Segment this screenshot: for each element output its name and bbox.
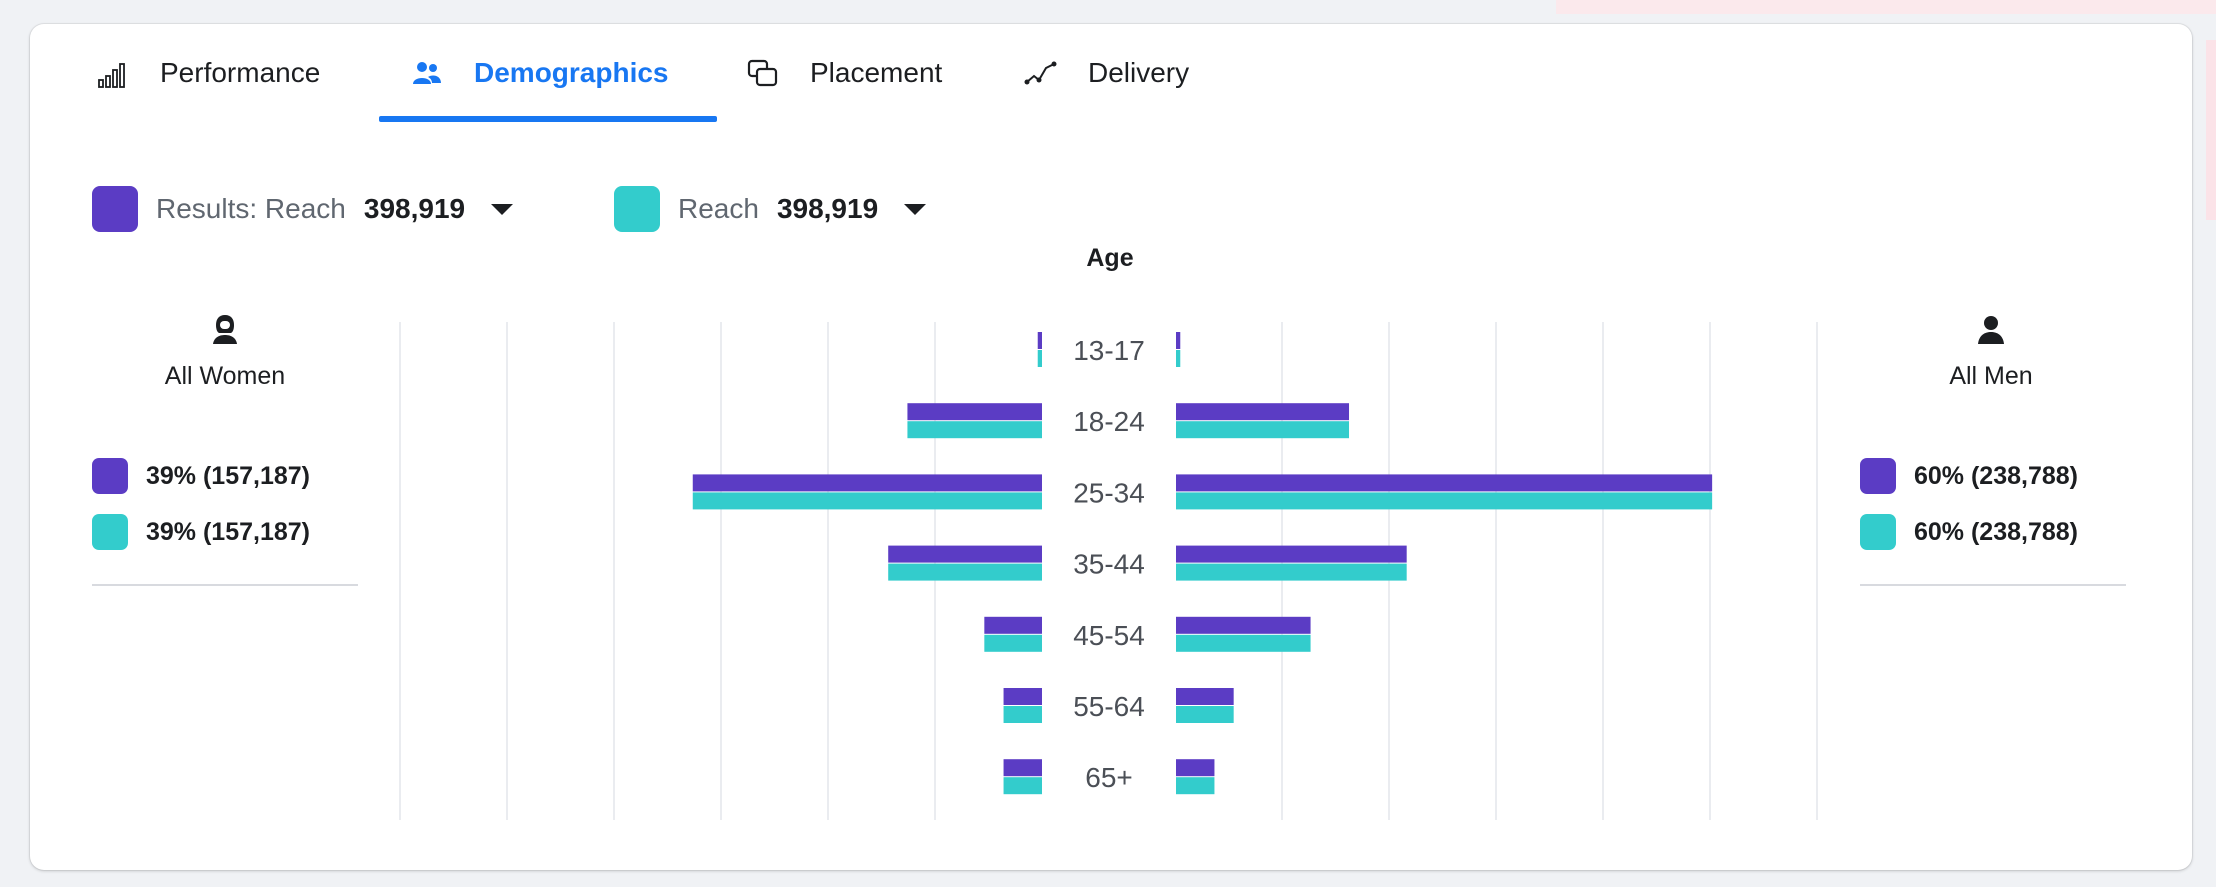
women-results-value: 39% (157,187) [146, 461, 311, 490]
men-bar-reach-13-17 [1176, 350, 1181, 367]
men-bar-reach-18-24 [1176, 421, 1350, 439]
men-divider [1860, 584, 2126, 586]
men-bar-results-25-34 [1176, 474, 1713, 492]
women-reach-value: 39% (157,187) [146, 517, 311, 546]
age-gender-chart: 13-17 18-24 25-34 35-44 45-54 55-64 65+ [399, 322, 1818, 820]
women-bar-results-35-44 [888, 545, 1042, 563]
women-bar-results-25-34 [692, 474, 1042, 492]
age-label-65+: 65+ [1085, 762, 1133, 793]
age-label-45-54: 45-54 [1073, 620, 1145, 651]
women-panel: All Women [90, 312, 360, 391]
women-bar-reach-55-64 [1003, 706, 1042, 723]
men-stat-results: 60% (238,788) [1860, 458, 2078, 494]
chart-axis-title: Age [1086, 244, 1134, 272]
men-title: All Men [1949, 362, 2033, 390]
age-label-25-34: 25-34 [1073, 477, 1145, 508]
men-bar-results-65+ [1176, 759, 1215, 777]
results-swatch [92, 458, 128, 494]
women-stat-results: 39% (157,187) [92, 458, 310, 494]
men-results-value: 60% (238,788) [1914, 461, 2079, 490]
women-bar-reach-13-17 [1037, 350, 1042, 367]
women-bar-reach-45-54 [984, 634, 1042, 652]
men-bar-reach-45-54 [1176, 634, 1311, 652]
women-bar-results-65+ [1003, 759, 1042, 777]
women-title: All Women [164, 362, 286, 390]
women-bar-reach-65+ [1003, 777, 1042, 795]
men-bar-results-35-44 [1176, 545, 1407, 563]
men-bar-results-18-24 [1176, 403, 1350, 421]
men-reach-value: 60% (238,788) [1914, 517, 2079, 546]
women-bar-results-55-64 [1003, 688, 1042, 705]
woman-icon [213, 315, 237, 344]
women-bar-reach-25-34 [692, 492, 1042, 510]
women-divider [92, 584, 358, 586]
women-bar-reach-18-24 [907, 421, 1042, 439]
results-swatch [1860, 458, 1896, 494]
women-bar-results-18-24 [907, 403, 1042, 421]
men-bar-results-45-54 [1176, 616, 1311, 634]
men-panel: All Men [1856, 312, 2126, 391]
age-label-13-17: 13-17 [1073, 335, 1145, 366]
men-stat-reach: 60% (238,788) [1860, 514, 2078, 550]
women-bar-results-13-17 [1037, 332, 1042, 349]
men-bar-reach-55-64 [1176, 706, 1234, 723]
age-label-55-64: 55-64 [1073, 691, 1145, 722]
women-bar-reach-35-44 [888, 563, 1042, 581]
man-icon [1978, 316, 2004, 344]
reach-swatch [1860, 514, 1896, 550]
women-stat-reach: 39% (157,187) [92, 514, 310, 550]
men-bar-reach-25-34 [1176, 492, 1713, 510]
age-label-35-44: 35-44 [1073, 549, 1145, 580]
women-bar-results-45-54 [984, 616, 1042, 634]
men-bar-results-13-17 [1176, 332, 1181, 349]
men-bar-reach-65+ [1176, 777, 1215, 795]
age-label-18-24: 18-24 [1073, 406, 1145, 437]
reach-swatch [92, 514, 128, 550]
men-bar-results-55-64 [1176, 688, 1234, 705]
men-bar-reach-35-44 [1176, 563, 1407, 581]
